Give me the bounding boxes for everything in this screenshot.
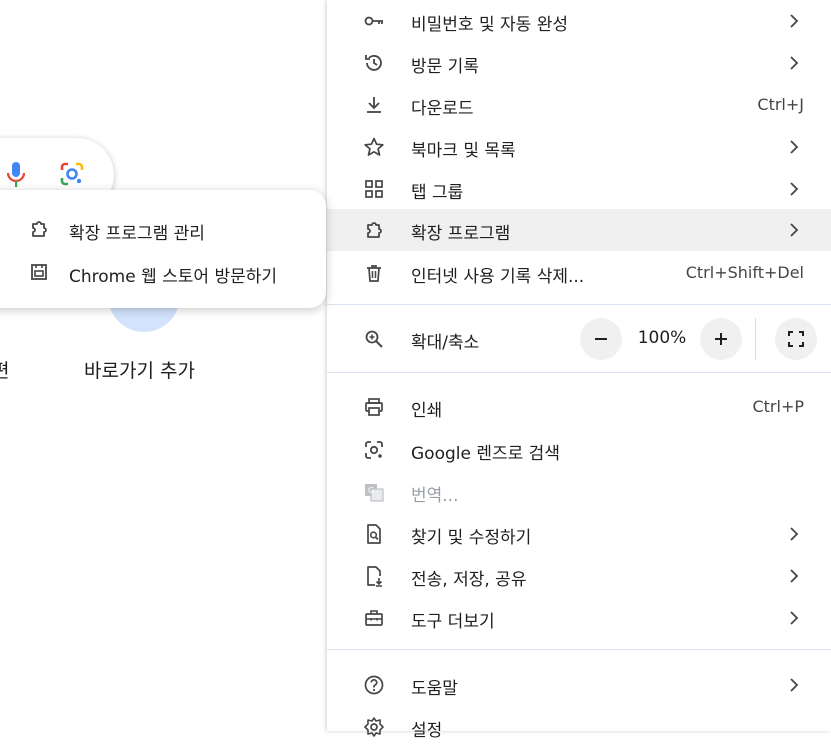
menu-label: 탭 그룹 <box>411 183 464 203</box>
menu-label: 확대/축소 <box>411 333 480 353</box>
menu-label: 설정 <box>411 721 443 741</box>
zoom-out-button[interactable] <box>580 318 622 360</box>
menu-item-tab-groups[interactable]: 탭 그룹 <box>327 168 831 210</box>
menu-item-help[interactable]: 도움말 <box>327 664 831 706</box>
extension-icon <box>28 218 50 240</box>
translate-icon: G <box>363 481 385 503</box>
history-icon <box>363 52 385 74</box>
web-store-item[interactable]: Chrome 웹 스토어 방문하기 <box>0 251 326 293</box>
menu-item-downloads[interactable]: 다운로드 Ctrl+J <box>327 84 831 126</box>
menu-label: 번역... <box>411 486 459 506</box>
web-store-label: Chrome 웹 스토어 방문하기 <box>69 267 278 287</box>
zoom-in-button[interactable] <box>700 318 742 360</box>
grid-icon <box>363 178 385 200</box>
menu-label: 다운로드 <box>411 99 474 119</box>
menu-item-clear-history[interactable]: 인터넷 사용 기록 삭제... Ctrl+Shift+Del <box>327 252 831 294</box>
key-icon <box>363 10 385 32</box>
chevron-right-icon <box>785 54 803 72</box>
menu-item-passwords[interactable]: 비밀번호 및 자동 완성 <box>327 0 831 42</box>
find-page-icon <box>363 523 385 545</box>
chevron-right-icon <box>785 676 803 694</box>
menu-label: 비밀번호 및 자동 완성 <box>411 15 568 35</box>
menu-item-more-tools[interactable]: 도구 더보기 <box>327 597 831 639</box>
menu-label: 도구 더보기 <box>411 612 495 632</box>
microphone-icon[interactable] <box>4 160 28 188</box>
menu-label: 확장 프로그램 <box>411 224 511 244</box>
chevron-right-icon <box>785 525 803 543</box>
menu-item-find[interactable]: 찾기 및 수정하기 <box>327 513 831 555</box>
menu-item-extensions[interactable]: 확장 프로그램 <box>327 209 831 251</box>
menu-divider <box>327 304 831 305</box>
google-lens-icon[interactable] <box>58 160 86 188</box>
star-icon <box>363 136 385 158</box>
chevron-right-icon <box>785 12 803 30</box>
menu-item-bookmarks[interactable]: 북마크 및 목록 <box>327 126 831 168</box>
menu-label: 전송, 저장, 공유 <box>411 570 527 590</box>
chevron-right-icon <box>785 221 803 239</box>
keyboard-shortcut: Ctrl+Shift+Del <box>685 263 804 282</box>
menu-label: 인터넷 사용 기록 삭제... <box>411 267 585 287</box>
chevron-right-icon <box>785 567 803 585</box>
keyboard-shortcut: Ctrl+P <box>752 397 804 416</box>
chevron-right-icon <box>785 609 803 627</box>
zoom-icon <box>363 328 385 350</box>
chevron-right-icon <box>785 138 803 156</box>
menu-item-google-lens[interactable]: Google 렌즈로 검색 <box>327 429 831 471</box>
shortcut-label-partial: 편 <box>0 360 10 382</box>
menu-item-history[interactable]: 방문 기록 <box>327 42 831 84</box>
menu-label: 북마크 및 목록 <box>411 141 516 161</box>
extensions-submenu: 확장 프로그램 관리 Chrome 웹 스토어 방문하기 <box>0 190 326 308</box>
fullscreen-button[interactable] <box>775 318 817 360</box>
settings-icon <box>363 716 385 738</box>
zoom-level: 100% <box>637 328 687 348</box>
trash-icon <box>363 262 385 284</box>
chevron-right-icon <box>785 180 803 198</box>
manage-extensions-label: 확장 프로그램 관리 <box>69 224 205 244</box>
extension-icon <box>363 219 385 241</box>
keyboard-shortcut: Ctrl+J <box>757 95 804 114</box>
web-store-icon <box>28 261 50 283</box>
manage-extensions-item[interactable]: 확장 프로그램 관리 <box>0 208 326 250</box>
download-icon <box>363 94 385 116</box>
menu-label: 방문 기록 <box>411 57 479 77</box>
svg-text:G: G <box>368 486 374 495</box>
menu-item-print[interactable]: 인쇄 Ctrl+P <box>327 386 831 428</box>
menu-label: 인쇄 <box>411 401 443 421</box>
menu-label: 찾기 및 수정하기 <box>411 528 532 548</box>
help-icon <box>363 674 385 696</box>
menu-label: 도움말 <box>411 679 458 699</box>
toolbox-icon <box>363 607 385 629</box>
print-icon <box>363 396 385 418</box>
menu-label: Google 렌즈로 검색 <box>411 444 560 464</box>
menu-item-share[interactable]: 전송, 저장, 공유 <box>327 555 831 597</box>
menu-divider <box>327 649 831 650</box>
menu-item-settings[interactable]: 설정 <box>327 706 831 748</box>
lens-icon <box>363 439 385 461</box>
zoom-divider <box>755 318 756 360</box>
menu-divider <box>327 372 831 373</box>
chrome-main-menu: 비밀번호 및 자동 완성 방문 기록 다운로드 Ctrl+J 북마크 및 목록 … <box>327 0 831 741</box>
menu-item-translate: G 번역... <box>327 471 831 513</box>
add-shortcut-label[interactable]: 바로가기 추가 <box>84 356 195 383</box>
file-save-icon <box>363 565 385 587</box>
